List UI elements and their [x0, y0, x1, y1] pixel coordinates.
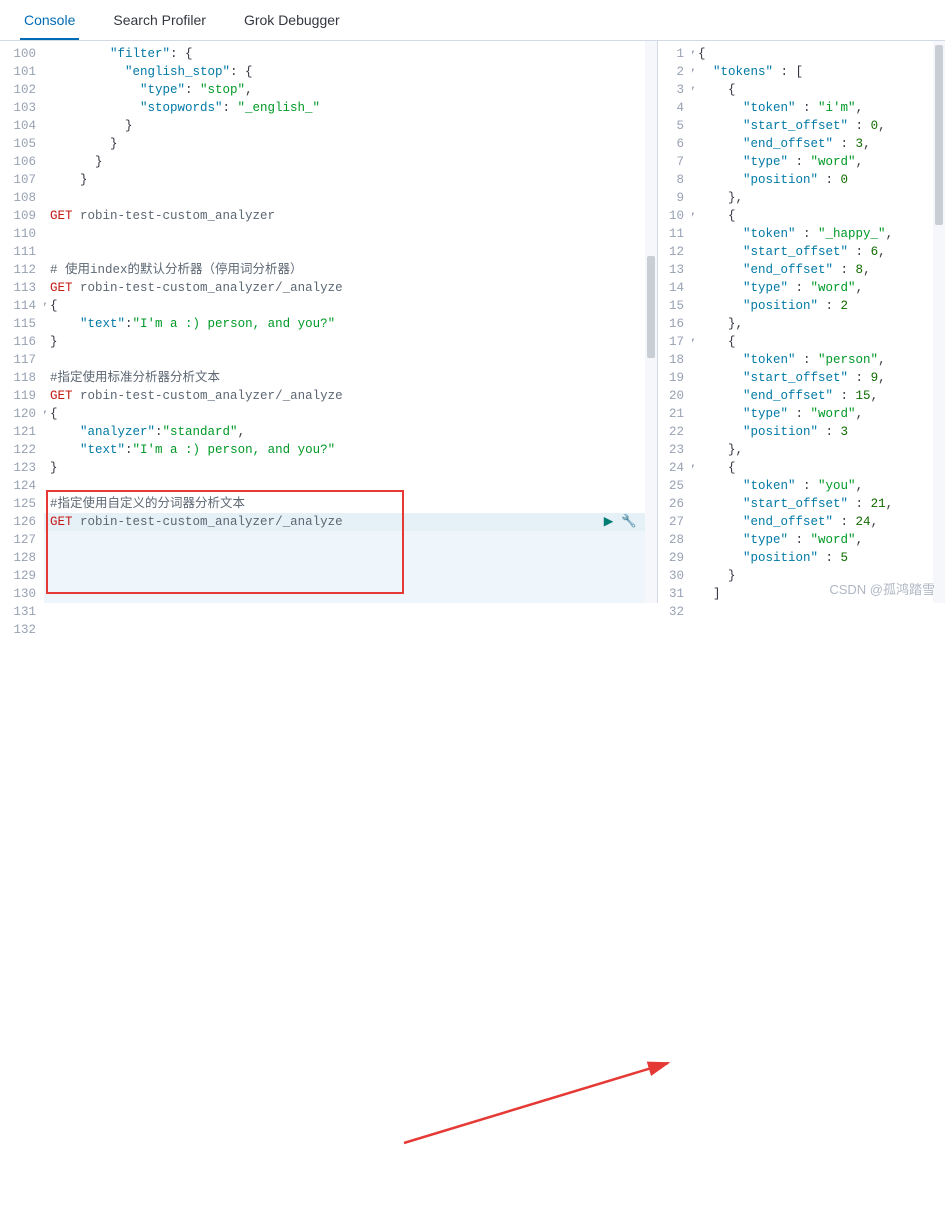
annotation-arrow	[0, 603, 945, 1207]
code-line[interactable]: "type" : "word",	[698, 531, 939, 549]
code-line[interactable]: ▾ {	[698, 333, 939, 351]
right-thumb[interactable]	[935, 45, 943, 225]
code-line[interactable]: },	[698, 441, 939, 459]
right-code[interactable]: ▾{▾ "tokens" : [▾ { "token" : "i'm", "st…	[692, 41, 945, 603]
fold-icon[interactable]: ▾	[44, 297, 48, 315]
code-line[interactable]: "start_offset" : 21,	[698, 495, 939, 513]
code-line[interactable]	[50, 189, 651, 207]
code-line[interactable]: "token" : "i'm",	[698, 99, 939, 117]
fold-icon[interactable]: ▾	[692, 45, 696, 63]
tab-console[interactable]: Console	[20, 0, 79, 40]
code-line[interactable]: ▾ {	[698, 81, 939, 99]
code-line[interactable]	[50, 477, 651, 495]
response-editor-pane: 1234567891011121314151617181920212223242…	[658, 41, 945, 603]
code-line[interactable]: }	[50, 135, 651, 153]
code-line[interactable]: }	[50, 153, 651, 171]
left-scrollbar[interactable]	[645, 41, 657, 603]
request-editor-pane: 1001011021031041051061071081091101111121…	[0, 41, 658, 603]
code-line[interactable]: },	[698, 315, 939, 333]
fold-icon[interactable]: ▾	[692, 207, 696, 225]
code-line[interactable]: "token" : "person",	[698, 351, 939, 369]
code-line[interactable]: "end_offset" : 8,	[698, 261, 939, 279]
code-line[interactable]: GET robin-test-custom_analyzer/_analyze	[50, 279, 651, 297]
tab-bar: Console Search Profiler Grok Debugger	[0, 0, 945, 41]
code-line[interactable]: "end_offset" : 3,	[698, 135, 939, 153]
fold-icon[interactable]: ▾	[692, 63, 696, 81]
code-line[interactable]: "type" : "word",	[698, 405, 939, 423]
wrench-icon[interactable]: 🔧	[621, 513, 637, 531]
code-line[interactable]: "start_offset" : 6,	[698, 243, 939, 261]
watermark: CSDN @孤鸿踏雪	[829, 579, 935, 598]
code-line[interactable]: "start_offset" : 0,	[698, 117, 939, 135]
code-line[interactable]: #指定使用标准分析器分析文本	[50, 369, 651, 387]
code-line[interactable]: "position" : 2	[698, 297, 939, 315]
code-line[interactable]: },	[698, 189, 939, 207]
workspace: 1001011021031041051061071081091101111121…	[0, 41, 945, 603]
code-line[interactable]: ▾{	[50, 297, 651, 315]
left-thumb[interactable]	[647, 256, 655, 358]
code-line[interactable]: "stopwords": "_english_"	[50, 99, 651, 117]
code-line[interactable]: "position" : 0	[698, 171, 939, 189]
code-line[interactable]: "position" : 3	[698, 423, 939, 441]
left-gutter: 1001011021031041051061071081091101111121…	[0, 41, 44, 603]
code-line[interactable]: "end_offset" : 15,	[698, 387, 939, 405]
code-line[interactable]: "start_offset" : 9,	[698, 369, 939, 387]
code-line[interactable]: GET robin-test-custom_analyzer/_analyze▶…	[50, 513, 651, 531]
right-scrollbar[interactable]	[933, 41, 945, 603]
code-line[interactable]: "type" : "word",	[698, 153, 939, 171]
code-line[interactable]: "filter": {	[50, 45, 651, 63]
code-line[interactable]: "type": "stop",	[50, 81, 651, 99]
code-line[interactable]: ▾ {	[698, 207, 939, 225]
fold-icon[interactable]: ▾	[692, 333, 696, 351]
code-line[interactable]: # 使用index的默认分析器（停用词分析器）	[50, 261, 651, 279]
tab-grok-debugger[interactable]: Grok Debugger	[240, 0, 344, 40]
fold-icon[interactable]: ▾	[692, 81, 696, 99]
code-line[interactable]: ▾{	[50, 405, 651, 423]
code-line[interactable]: GET robin-test-custom_analyzer	[50, 207, 651, 225]
code-line[interactable]	[50, 351, 651, 369]
code-line[interactable]: GET robin-test-custom_analyzer/_analyze	[50, 387, 651, 405]
code-line[interactable]: "token" : "you",	[698, 477, 939, 495]
tab-search-profiler[interactable]: Search Profiler	[109, 0, 210, 40]
code-line[interactable]: "text":"I'm a :) person, and you?"	[50, 441, 651, 459]
fold-icon[interactable]: ▾	[44, 405, 48, 423]
code-line[interactable]: "english_stop": {	[50, 63, 651, 81]
code-line[interactable]: }	[50, 459, 651, 477]
code-line[interactable]: "position" : 5	[698, 549, 939, 567]
code-line[interactable]: ▾ "tokens" : [	[698, 63, 939, 81]
run-icon[interactable]: ▶	[604, 513, 614, 531]
code-line[interactable]: "type" : "word",	[698, 279, 939, 297]
right-gutter: 1234567891011121314151617181920212223242…	[658, 41, 692, 603]
code-line[interactable]: "text":"I'm a :) person, and you?"	[50, 315, 651, 333]
code-line[interactable]: ▾ {	[698, 459, 939, 477]
fold-icon[interactable]: ▾	[692, 459, 696, 477]
code-line[interactable]	[50, 225, 651, 243]
code-line[interactable]: }	[50, 117, 651, 135]
left-code[interactable]: "filter": { "english_stop": { "type": "s…	[44, 41, 657, 603]
code-line[interactable]: }	[50, 171, 651, 189]
code-line[interactable]: "token" : "_happy_",	[698, 225, 939, 243]
code-line[interactable]: "end_offset" : 24,	[698, 513, 939, 531]
code-line[interactable]: #指定使用自定义的分词器分析文本	[50, 495, 651, 513]
code-line[interactable]: }	[50, 333, 651, 351]
code-line[interactable]: ▾{	[698, 45, 939, 63]
code-line[interactable]: "analyzer":"standard",	[50, 423, 651, 441]
code-line[interactable]	[50, 243, 651, 261]
